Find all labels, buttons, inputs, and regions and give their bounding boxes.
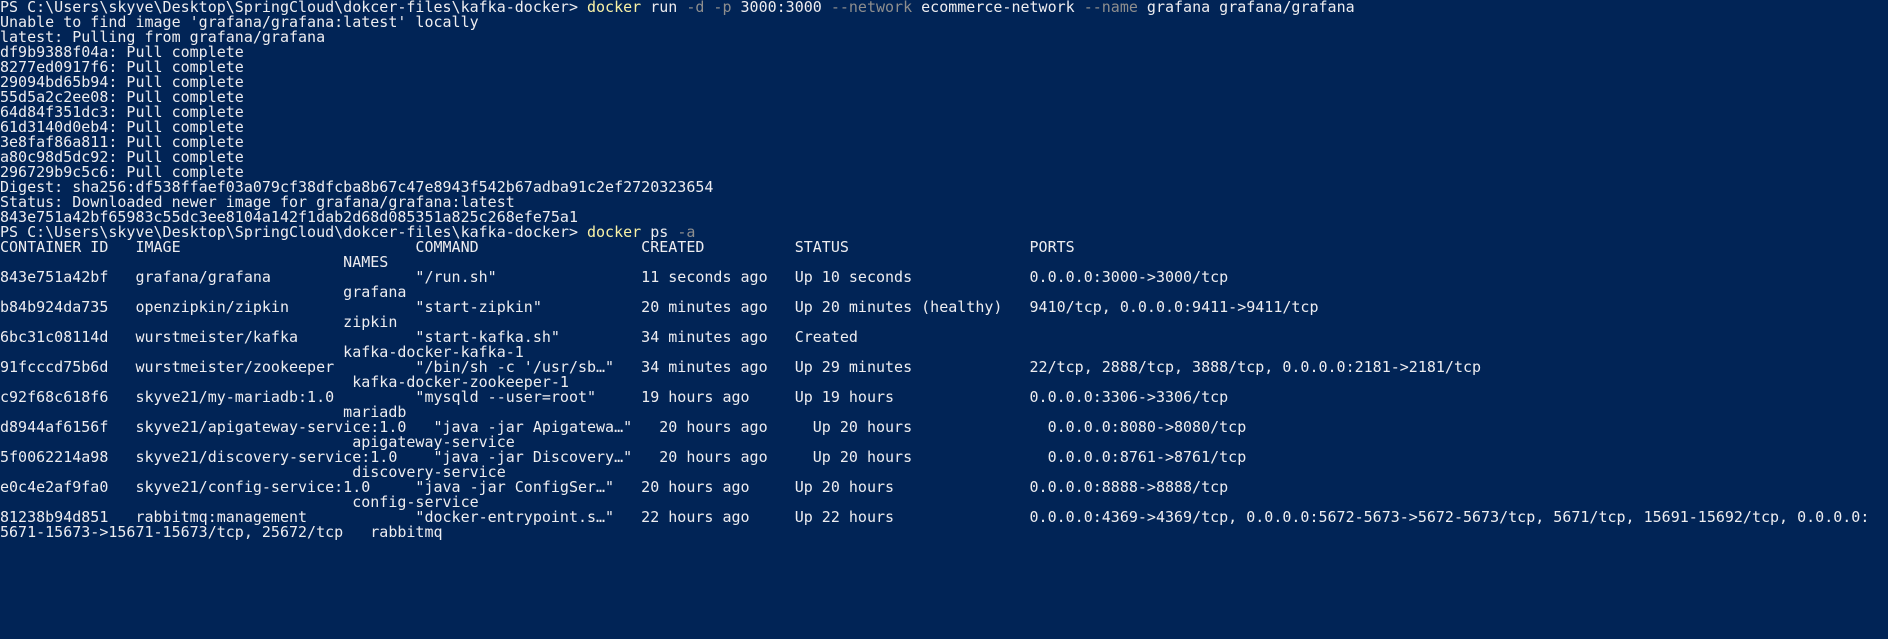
terminal-window[interactable]: PS C:\Users\skyve\Desktop\SpringCloud\do…	[0, 0, 1888, 639]
output-text: 3000:3000	[731, 0, 831, 16]
output-text: 5671-15673->15671-15673/tcp, 25672/tcp r…	[0, 523, 443, 541]
output-text: ecommerce-network	[912, 0, 1084, 16]
flag-token: --name	[1083, 0, 1138, 16]
output-text: run	[641, 0, 687, 16]
terminal-line: 5671-15673->15671-15673/tcp, 25672/tcp r…	[0, 523, 443, 541]
flag-token: -d -p	[686, 0, 732, 16]
flag-token: --network	[830, 0, 913, 16]
output-text: grafana grafana/grafana	[1137, 0, 1355, 16]
command-token: docker	[587, 0, 642, 16]
